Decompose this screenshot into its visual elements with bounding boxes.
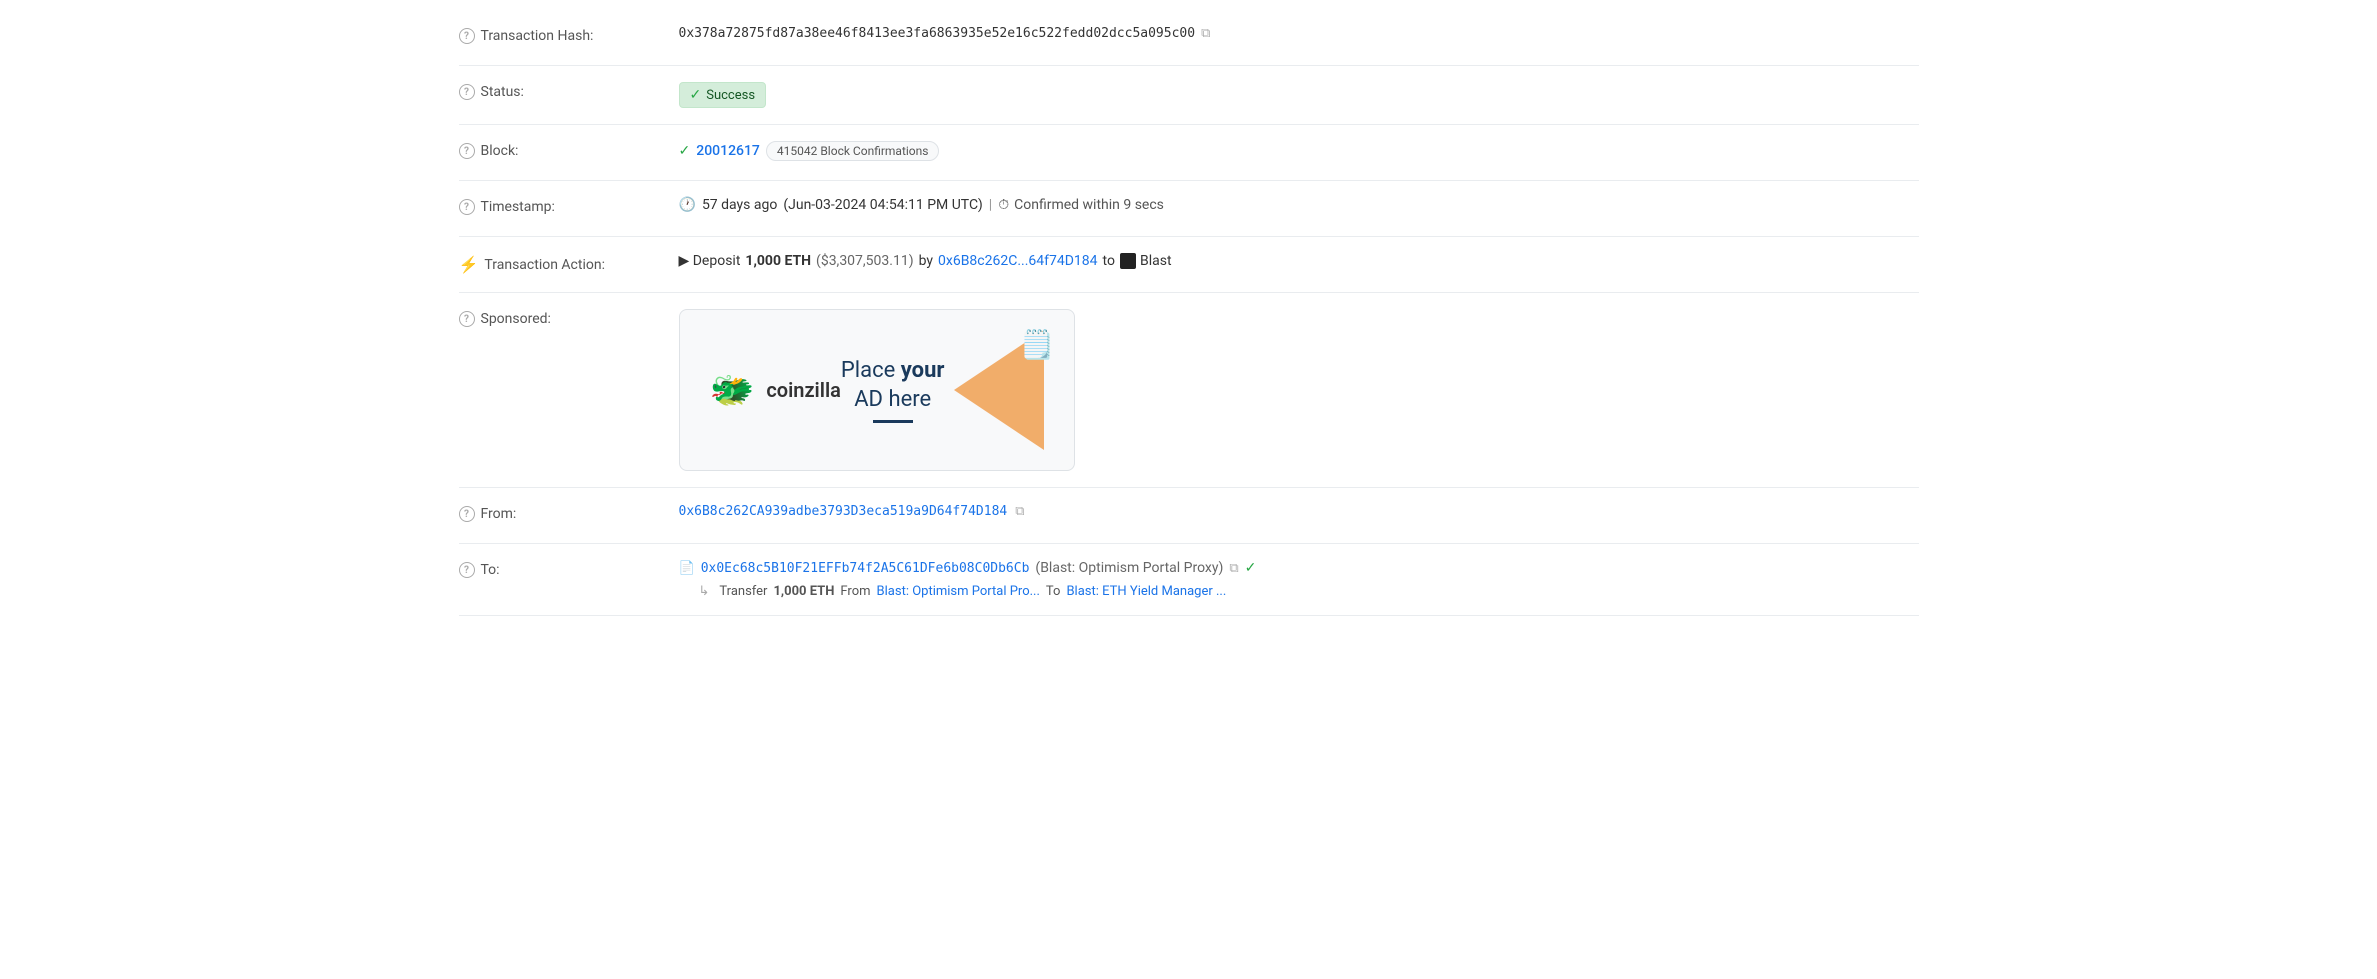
- confirmations-badge: 415042 Block Confirmations: [766, 141, 940, 161]
- verified-icon: ✓: [1245, 560, 1257, 576]
- help-icon-hash[interactable]: ?: [459, 28, 475, 44]
- help-icon-sponsored[interactable]: ?: [459, 311, 475, 327]
- alarm-icon: ⏱: [998, 197, 1009, 213]
- transaction-action-label: ⚡ Transaction Action:: [459, 253, 679, 274]
- blast-badge: Blast: [1120, 253, 1172, 269]
- transfer-to-link[interactable]: Blast: ETH Yield Manager ...: [1066, 584, 1226, 599]
- transfer-label: Transfer: [719, 584, 767, 599]
- help-icon-to[interactable]: ?: [459, 562, 475, 578]
- status-row: ? Status: ✓ Success: [459, 66, 1919, 125]
- status-value: ✓ Success: [679, 82, 1919, 108]
- transaction-hash-label: ? Transaction Hash:: [459, 26, 679, 44]
- transaction-hash-value: 0x378a72875fd87a38ee46f8413ee3fa6863935e…: [679, 26, 1919, 41]
- transfer-arrow-icon: ↳: [699, 584, 710, 599]
- help-icon-from[interactable]: ?: [459, 506, 475, 522]
- help-icon-block[interactable]: ?: [459, 143, 475, 159]
- copy-to-icon[interactable]: ⧉: [1229, 561, 1238, 576]
- block-number-link[interactable]: 20012617: [696, 143, 760, 159]
- help-icon-status[interactable]: ?: [459, 84, 475, 100]
- ad-box[interactable]: 🐲 coinzilla Place your AD here: [679, 309, 1076, 471]
- to-content: 📄 0x0Ec68c5B10F21EFFb74f2A5C61DFe6b08C0D…: [679, 560, 1257, 599]
- ad-decoration: 🗒️: [944, 330, 1044, 450]
- ad-center: Place your AD here: [841, 357, 945, 423]
- from-row: ? From: 0x6B8c262CA939adbe3793D3eca519a9…: [459, 488, 1919, 544]
- from-address-link[interactable]: 0x6B8c262CA939adbe3793D3eca519a9D64f74D1…: [679, 504, 1008, 519]
- timestamp-ago: 57 days ago: [702, 197, 777, 213]
- copy-from-icon[interactable]: ⧉: [1015, 504, 1024, 519]
- to-row: ? To: 📄 0x0Ec68c5B10F21EFFb74f2A5C61DFe6…: [459, 544, 1919, 616]
- contract-name: (Blast: Optimism Portal Proxy): [1035, 560, 1223, 576]
- coinzilla-text: coinzilla: [766, 378, 841, 402]
- deposit-to-text: to: [1103, 253, 1115, 269]
- tx-action-content: ▶ Deposit 1,000 ETH ($3,307,503.11) by 0…: [679, 253, 1172, 269]
- confirmed-text: ⏱ Confirmed within 9 secs: [998, 197, 1164, 213]
- coinzilla-left: 🐲 coinzilla: [710, 369, 841, 411]
- timestamp-row: ? Timestamp: 🕐 57 days ago (Jun-03-2024 …: [459, 181, 1919, 237]
- timestamp-date: (Jun-03-2024 04:54:11 PM UTC): [783, 197, 982, 213]
- blast-label: Blast: [1140, 253, 1172, 269]
- block-check-icon: ✓: [679, 143, 691, 159]
- coinzilla-emoji: 🐲: [710, 369, 755, 411]
- transfer-amount: 1,000 ETH: [773, 584, 834, 599]
- hash-text: 0x378a72875fd87a38ee46f8413ee3fa6863935e…: [679, 26, 1196, 41]
- contract-icon: 📄: [679, 561, 695, 576]
- ad-underline: [873, 420, 913, 423]
- ad-emoji: 🗒️: [1020, 328, 1055, 361]
- to-label: ? To:: [459, 560, 679, 578]
- timestamp-separator: |: [989, 197, 992, 213]
- clock-icon: 🕐: [679, 197, 696, 213]
- block-label: ? Block:: [459, 141, 679, 159]
- deposit-by: by: [919, 253, 933, 269]
- timestamp-content: 🕐 57 days ago (Jun-03-2024 04:54:11 PM U…: [679, 197, 1164, 213]
- to-main-line: 📄 0x0Ec68c5B10F21EFFb74f2A5C61DFe6b08C0D…: [679, 560, 1257, 576]
- copy-hash-icon[interactable]: ⧉: [1201, 26, 1210, 41]
- to-value: 📄 0x0Ec68c5B10F21EFFb74f2A5C61DFe6b08C0D…: [679, 560, 1919, 599]
- sponsored-row: ? Sponsored: 🐲 coinzilla Place your AD h…: [459, 293, 1919, 488]
- deposit-prefix: ▶ Deposit: [679, 253, 741, 269]
- transaction-action-row: ⚡ Transaction Action: ▶ Deposit 1,000 ET…: [459, 237, 1919, 293]
- transfer-row: ↳ Transfer 1,000 ETH From Blast: Optimis…: [679, 584, 1257, 599]
- status-badge: ✓ Success: [679, 82, 767, 108]
- from-value: 0x6B8c262CA939adbe3793D3eca519a9D64f74D1…: [679, 504, 1919, 519]
- deposit-usd: ($3,307,503.11): [816, 253, 914, 269]
- lightning-icon: ⚡: [459, 255, 479, 274]
- timestamp-label: ? Timestamp:: [459, 197, 679, 215]
- ad-place-text: Place your AD here: [841, 357, 945, 414]
- sponsored-label: ? Sponsored:: [459, 309, 679, 327]
- to-contract-link[interactable]: 0x0Ec68c5B10F21EFFb74f2A5C61DFe6b08C0Db6…: [701, 561, 1030, 576]
- deposit-from-link[interactable]: 0x6B8c262C...64f74D184: [938, 253, 1098, 269]
- timestamp-value: 🕐 57 days ago (Jun-03-2024 04:54:11 PM U…: [679, 197, 1919, 213]
- help-icon-timestamp[interactable]: ?: [459, 199, 475, 215]
- deposit-amount: 1,000 ETH: [745, 253, 811, 269]
- from-address-container: 0x6B8c262CA939adbe3793D3eca519a9D64f74D1…: [679, 504, 1025, 519]
- status-label: ? Status:: [459, 82, 679, 100]
- transfer-from-link[interactable]: Blast: Optimism Portal Pro...: [877, 584, 1040, 599]
- from-label: ? From:: [459, 504, 679, 522]
- blast-square-icon: [1120, 253, 1136, 269]
- block-value: ✓ 20012617 415042 Block Confirmations: [679, 141, 1919, 161]
- transaction-action-value: ▶ Deposit 1,000 ETH ($3,307,503.11) by 0…: [679, 253, 1919, 269]
- transfer-to-label: To: [1046, 584, 1061, 599]
- transfer-from-label: From: [840, 584, 870, 599]
- success-check-icon: ✓: [690, 87, 702, 103]
- transaction-hash-row: ? Transaction Hash: 0x378a72875fd87a38ee…: [459, 10, 1919, 66]
- sponsored-value: 🐲 coinzilla Place your AD here: [679, 309, 1919, 471]
- block-row: ? Block: ✓ 20012617 415042 Block Confirm…: [459, 125, 1919, 181]
